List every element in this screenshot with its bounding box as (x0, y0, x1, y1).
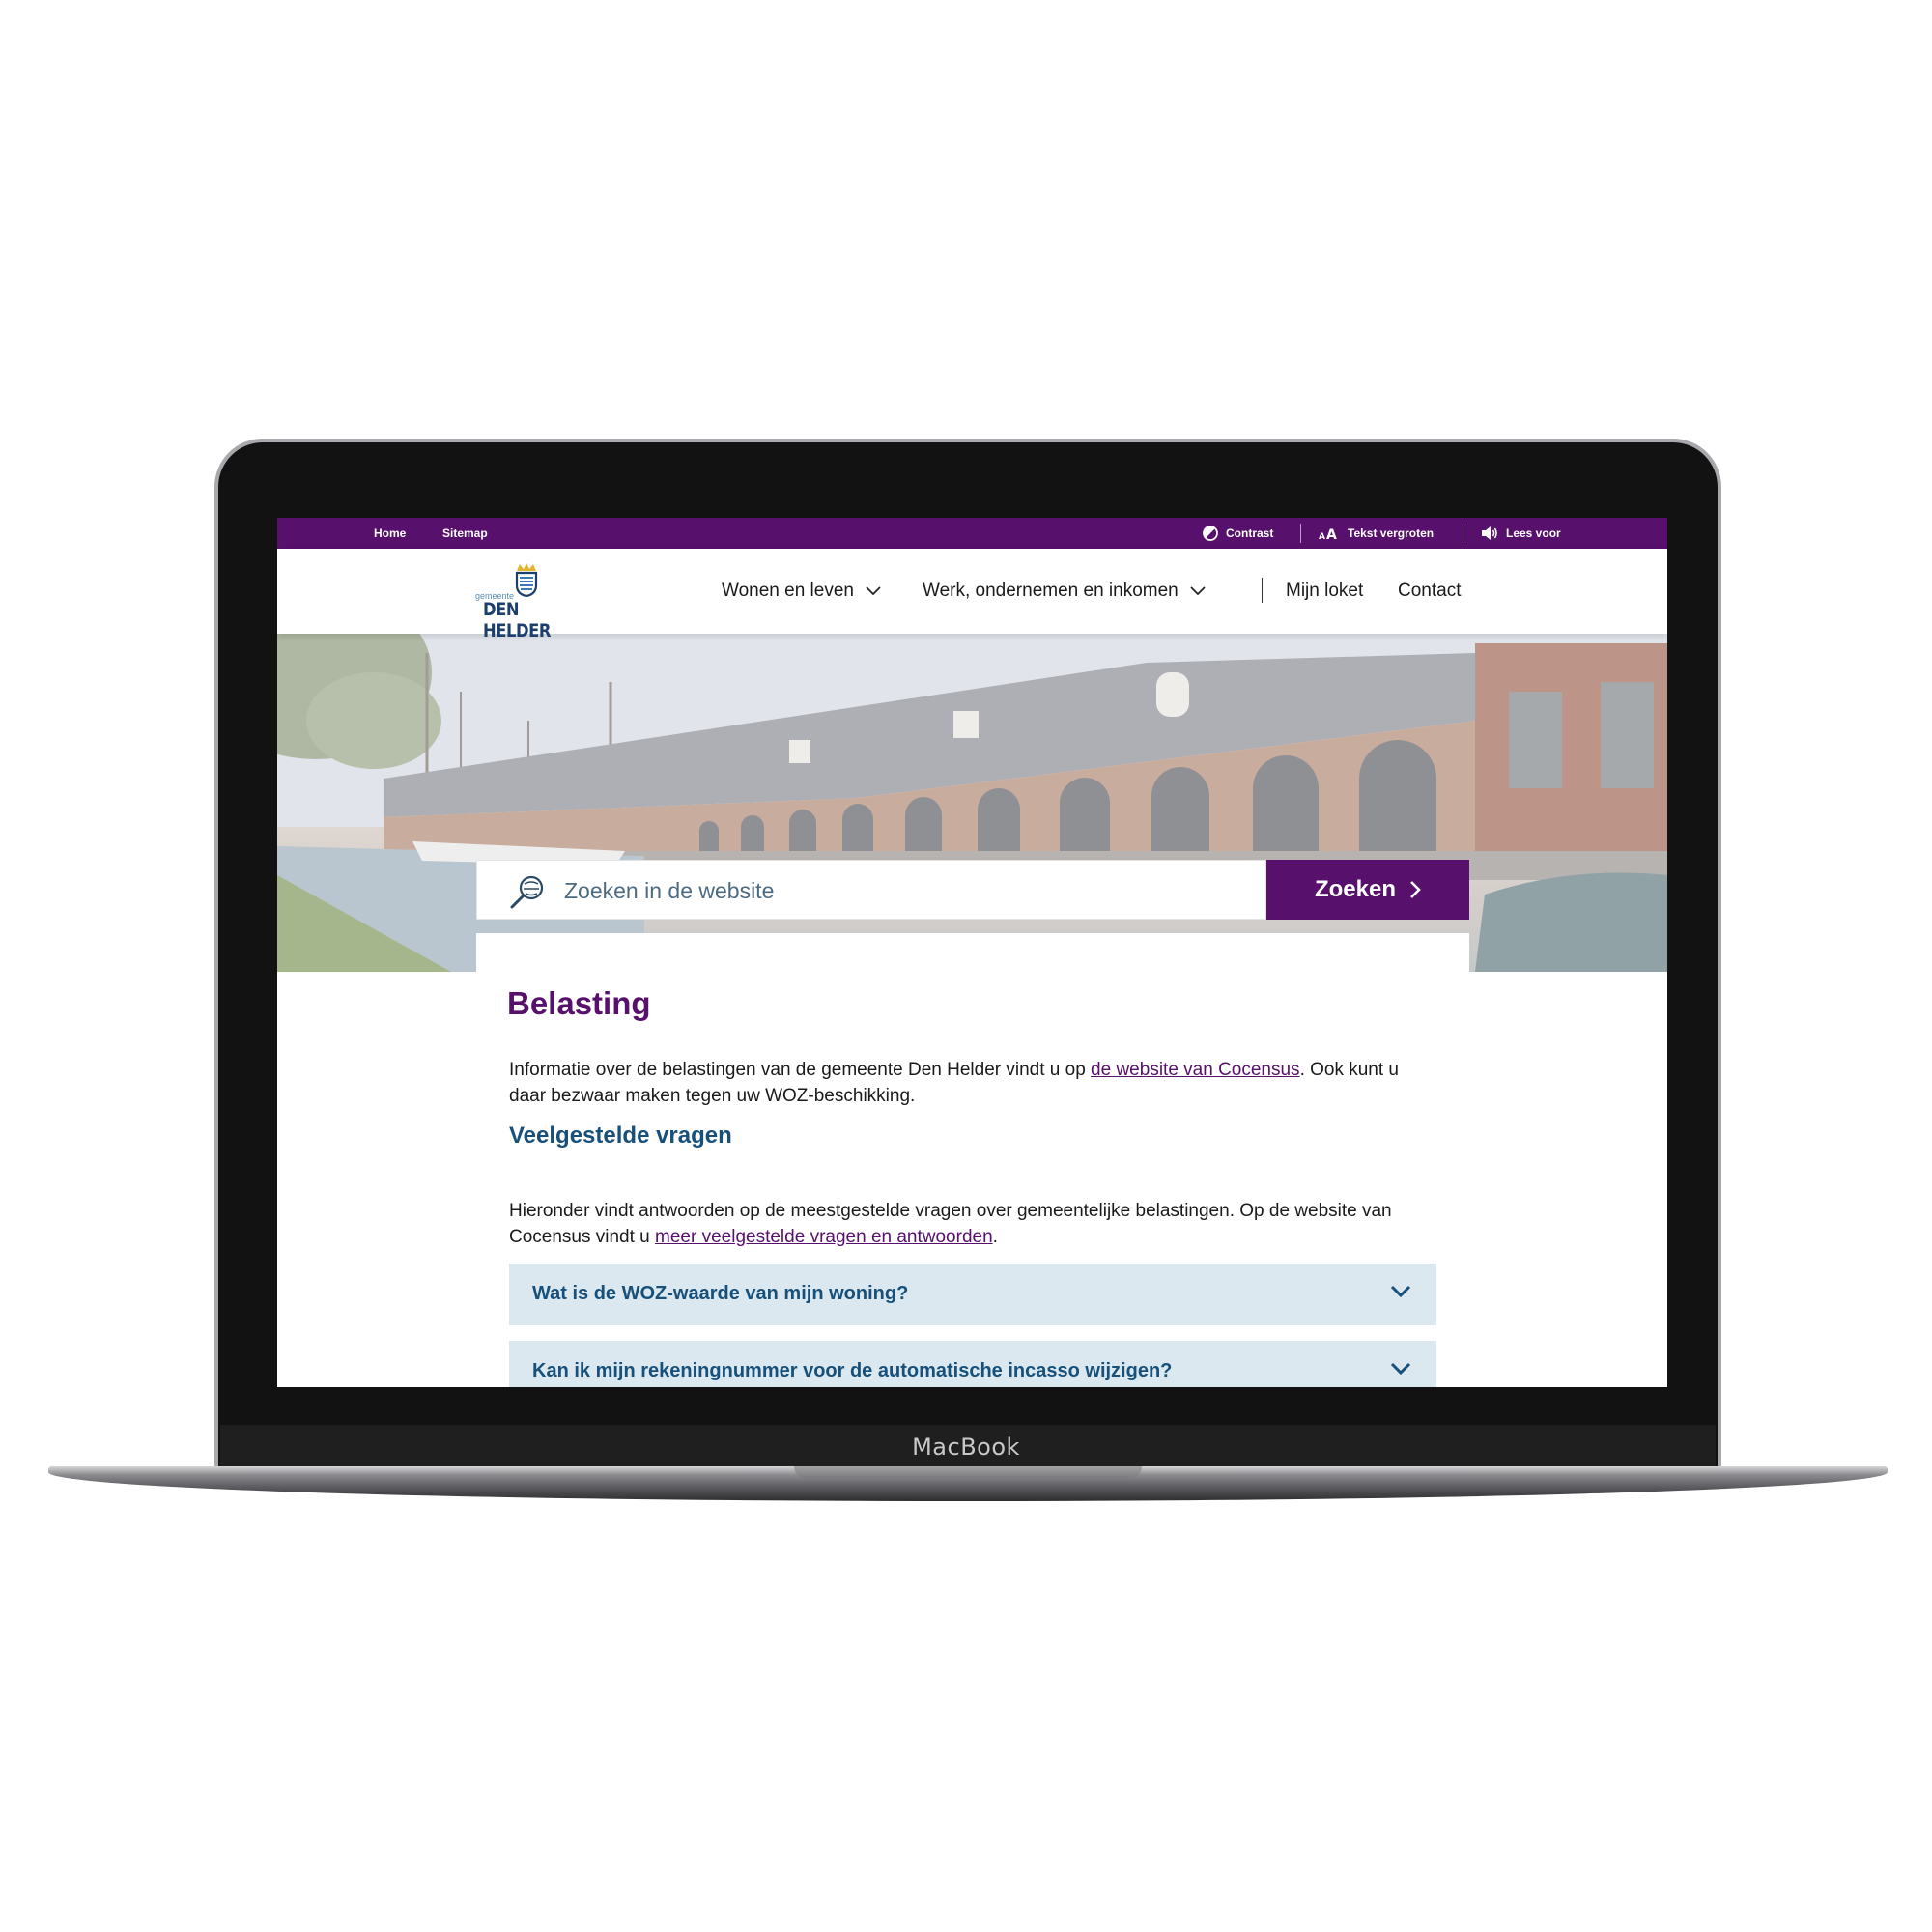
text-size-icon: A A (1319, 527, 1337, 540)
svg-text:A: A (1319, 532, 1325, 540)
hero-image (277, 634, 1667, 972)
search-bar (476, 860, 1266, 921)
nav-label: Contact (1398, 581, 1462, 601)
chevron-down-icon (1190, 586, 1206, 596)
contrast-button[interactable]: Contrast (1203, 524, 1273, 543)
chevron-down-icon (1390, 1285, 1411, 1298)
nav-mijn-loket[interactable]: Mijn loket (1286, 578, 1363, 605)
more-faq-link[interactable]: meer veelgestelde vragen en antwoorden (655, 1227, 993, 1247)
logo-name: DEN HELDER (483, 599, 551, 641)
device-label: MacBook (912, 1434, 1020, 1461)
faq-intro-paragraph: Hieronder vindt antwoorden op de meestge… (509, 1198, 1436, 1250)
svg-text:A: A (1326, 527, 1337, 540)
nav-werk-ondernemen-inkomen[interactable]: Werk, ondernemen en inkomen (923, 578, 1206, 605)
faq-question: Wat is de WOZ-waarde van mijn woning? (532, 1283, 909, 1304)
faq-intro-text: . (992, 1227, 998, 1247)
speaker-icon (1482, 526, 1497, 540)
hero-overlay (277, 634, 1667, 972)
chevron-down-icon (866, 586, 881, 596)
utility-divider (1300, 524, 1301, 543)
chevron-right-icon (1410, 881, 1421, 898)
intro-text: Informatie over de belastingen van de ge… (509, 1060, 1092, 1080)
contrast-label: Contrast (1226, 526, 1274, 540)
nav-divider (1262, 578, 1263, 603)
intro-paragraph: Informatie over de belastingen van de ge… (509, 1057, 1436, 1109)
crest-icon (515, 563, 538, 597)
utility-link-home[interactable]: Home (374, 526, 406, 540)
utility-bar: Home Sitemap Contrast A A Tekst vergrote… (277, 518, 1667, 549)
search-input[interactable] (564, 861, 1240, 921)
nav-label: Mijn loket (1286, 581, 1364, 601)
faq-item-woz-waarde[interactable]: Wat is de WOZ-waarde van mijn woning? (509, 1264, 1436, 1325)
page-title: Belasting (507, 985, 651, 1021)
browser-screen: Home Sitemap Contrast A A Tekst vergrote… (277, 518, 1667, 1387)
nav-wonen-en-leven[interactable]: Wonen en leven (722, 578, 881, 605)
faq-item-rekeningnummer[interactable]: Kan ik mijn rekeningnummer voor de autom… (509, 1341, 1436, 1387)
contrast-icon (1203, 526, 1218, 541)
search-button-label: Zoeken (1314, 876, 1397, 902)
faq-heading: Veelgestelde vragen (509, 1122, 732, 1149)
search-button[interactable]: Zoeken (1266, 860, 1469, 920)
search-icon (510, 875, 544, 909)
text-size-button[interactable]: A A Tekst vergroten (1319, 524, 1434, 543)
text-size-label: Tekst vergroten (1348, 526, 1435, 540)
read-aloud-label: Lees voor (1506, 526, 1561, 540)
faq-question: Kan ik mijn rekeningnummer voor de autom… (532, 1360, 1173, 1381)
nav-label: Werk, ondernemen en inkomen (923, 581, 1179, 601)
cocensus-website-link[interactable]: de website van Cocensus (1091, 1060, 1300, 1080)
main-content: Belasting Informatie over de belastingen… (476, 933, 1469, 1387)
site-header: gemeente DEN HELDER Wonen en leven Werk,… (277, 549, 1667, 641)
chevron-down-icon (1390, 1362, 1411, 1376)
read-aloud-button[interactable]: Lees voor (1481, 524, 1561, 543)
den-helder-logo[interactable]: gemeente DEN HELDER (475, 562, 591, 641)
utility-link-sitemap[interactable]: Sitemap (442, 526, 488, 540)
laptop-hinge-notch (794, 1466, 1142, 1478)
nav-contact[interactable]: Contact (1398, 578, 1461, 605)
nav-label: Wonen en leven (722, 581, 854, 601)
